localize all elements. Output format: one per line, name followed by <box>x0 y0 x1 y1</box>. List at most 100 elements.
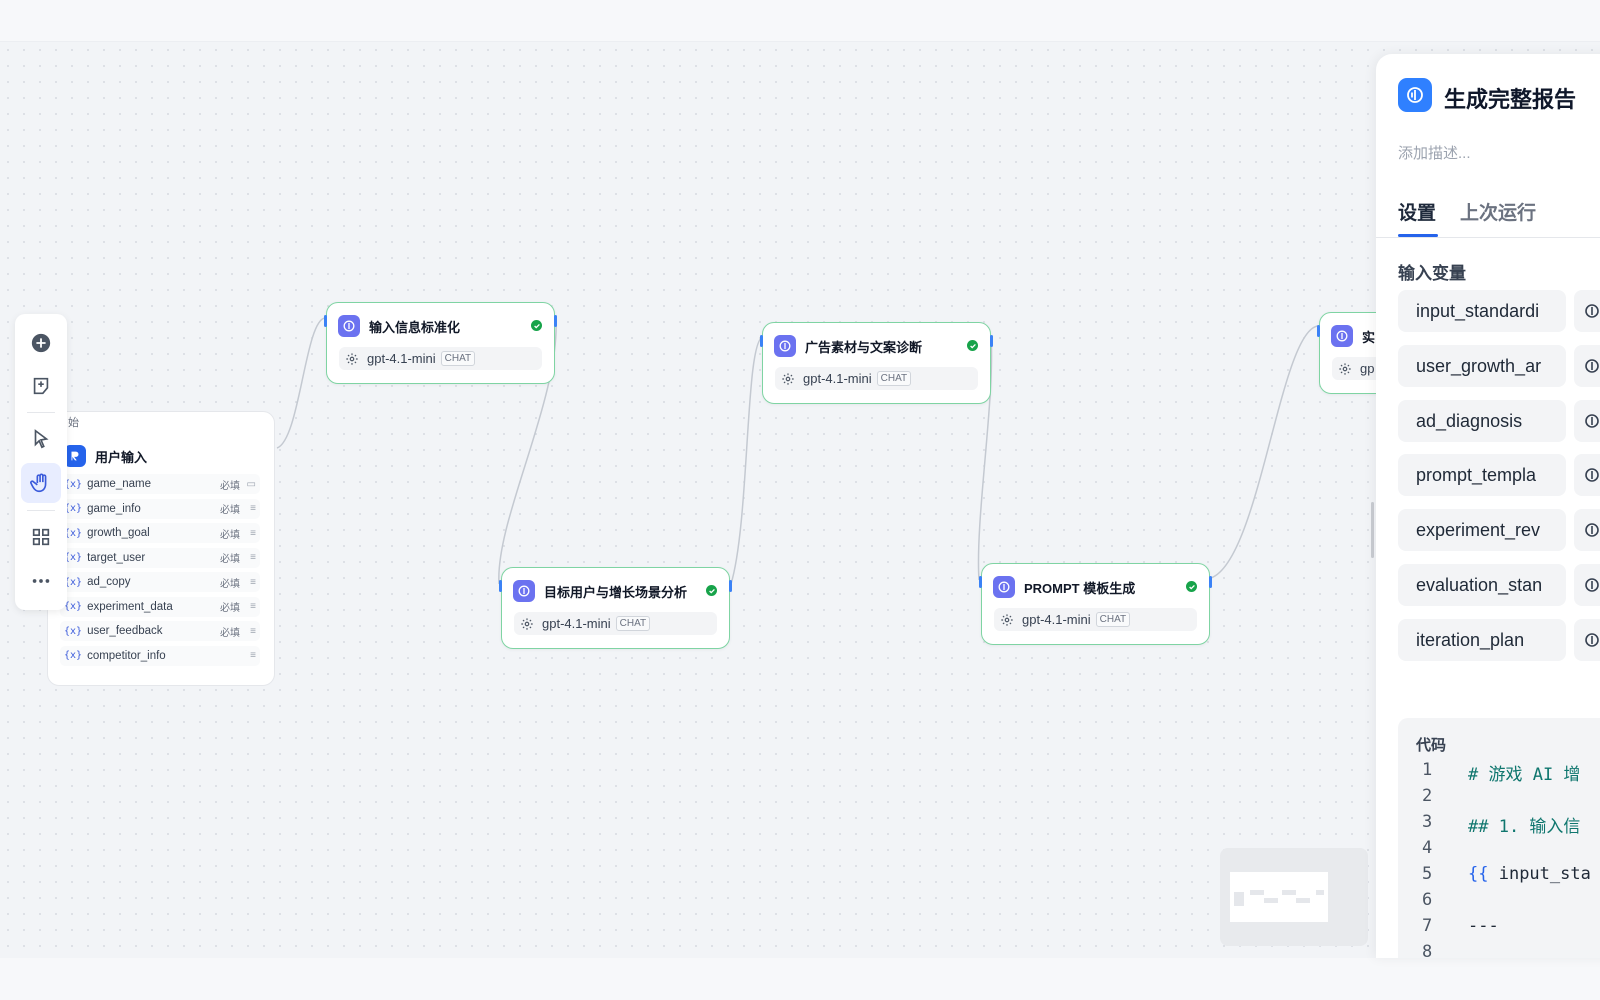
output-port[interactable] <box>554 315 557 327</box>
variable-selector-icon <box>1585 413 1599 428</box>
model-selector[interactable]: gpt-4.1-mini CHAT <box>514 612 717 635</box>
code-line: 6 <box>1398 890 1600 916</box>
organize-button[interactable] <box>21 517 61 557</box>
input-variable-field[interactable]: ad_diagnosis <box>1398 399 1566 442</box>
node-target[interactable]: 目标用户与增长场景分析 gpt-4.1-mini CHAT <box>499 567 732 649</box>
line-number: 3 <box>1422 812 1433 832</box>
code-line: 5 {{ input_sta <box>1398 864 1600 890</box>
tab-settings[interactable]: 设置 <box>1398 198 1436 225</box>
variable-selector-button[interactable] <box>1574 618 1600 661</box>
tab-last-run[interactable]: 上次运行 <box>1460 198 1536 225</box>
model-icon <box>1001 613 1013 626</box>
required-label: 必填 <box>220 505 240 516</box>
model-name: gpt-4.1-mini <box>1022 612 1091 627</box>
variable-selector-button[interactable] <box>1574 509 1600 552</box>
code-text: # 游戏 AI 增 <box>1468 765 1581 785</box>
pointer-icon <box>34 429 49 449</box>
input-variable-field[interactable]: evaluation_stan <box>1398 564 1566 606</box>
node-prompt[interactable]: PROMPT 模板生成 gpt-4.1-mini CHAT <box>979 563 1212 645</box>
output-port[interactable] <box>729 580 732 592</box>
paragraph-icon: ≡ <box>250 601 256 612</box>
model-icon <box>346 352 358 365</box>
model-mode-tag: CHAT <box>1095 612 1131 627</box>
code-line: 2 <box>1398 786 1600 812</box>
variable-selector-icon <box>1585 523 1599 537</box>
variable-selector-button[interactable] <box>1574 564 1600 606</box>
node-normalize[interactable]: 输入信息标准化 gpt-4.1-mini CHAT <box>324 302 557 384</box>
output-port[interactable] <box>1209 576 1212 588</box>
node-ad[interactable]: 广告素材与文案诊断 gpt-4.1-mini CHAT <box>760 322 993 404</box>
variable-row[interactable]: {x} competitor_info ≡ <box>60 645 260 666</box>
hand-mode-button[interactable] <box>21 463 61 503</box>
variable-selector-button[interactable] <box>1574 344 1600 387</box>
input-port[interactable] <box>499 580 502 592</box>
required-label: 必填 <box>220 480 240 492</box>
variable-selector-icon <box>1585 468 1599 483</box>
llm-icon <box>1398 78 1432 112</box>
variable-row[interactable]: {x} game_name 必填 ▭ <box>60 474 260 494</box>
variable-row[interactable]: {x} growth_goal 必填 ≡ <box>60 523 260 543</box>
bottom-bar <box>0 958 1600 1000</box>
code-text: ## 1. 输入信 <box>1468 817 1581 837</box>
variable-row[interactable]: {x} experiment_data 必填 ≡ <box>60 596 260 617</box>
variable-name: competitor_info <box>87 649 166 662</box>
required-label: 必填 <box>220 554 240 565</box>
model-mode-tag: CHAT <box>615 616 651 631</box>
model-mode-tag: CHAT <box>440 351 476 366</box>
add-note-button[interactable] <box>21 366 61 406</box>
input-variable-field[interactable]: experiment_rev <box>1398 509 1566 552</box>
llm-icon <box>513 580 535 602</box>
input-port[interactable] <box>979 576 982 588</box>
pointer-mode-button[interactable] <box>21 419 61 459</box>
panel-resize-handle[interactable] <box>1371 502 1374 558</box>
input-port[interactable] <box>760 335 763 347</box>
model-icon <box>782 372 794 385</box>
minimap-viewport[interactable] <box>1230 872 1328 922</box>
variable-name: ad_copy <box>87 576 131 588</box>
line-number: 1 <box>1422 760 1433 780</box>
variable-row[interactable]: {x} user_feedback 必填 ≡ <box>60 621 260 641</box>
input-variable-field[interactable]: input_standardi <box>1398 290 1566 332</box>
model-selector[interactable]: gpt-4.1-mini CHAT <box>339 347 542 370</box>
start-node-header-fragment: 始 <box>68 417 79 429</box>
top-bar <box>0 0 1600 42</box>
variable-row[interactable]: {x} target_user 必填 ≡ <box>60 547 260 568</box>
code-editor[interactable]: 代码 1 # 游戏 AI 增 2 3 ## 1. 输入信 4 5 {{ input_sta 6 7… <box>1398 718 1600 958</box>
node-settings-panel: 生成完整报告 添加描述... 设置 上次运行 输入变量 input_standa… <box>1376 54 1600 958</box>
required-label: 必填 <box>220 578 240 590</box>
input-port[interactable] <box>324 315 327 327</box>
variable-selector-button[interactable] <box>1574 399 1600 442</box>
line-number: 7 <box>1422 916 1433 936</box>
variable-icon: {x} <box>64 601 83 612</box>
add-node-button[interactable] <box>21 323 61 363</box>
output-port[interactable] <box>990 335 993 347</box>
more-icon <box>32 579 50 583</box>
paragraph-icon: ≡ <box>250 650 256 661</box>
minimap[interactable] <box>1220 848 1368 946</box>
line-number: 6 <box>1422 890 1433 910</box>
model-name: gpt-4.1-mini <box>803 371 872 386</box>
variable-row[interactable]: {x} game_info 必填 ≡ <box>60 498 260 519</box>
start-node[interactable]: 始 用户输入 {x} game_name 必填 ▭ {x} game_info 必填 ≡ {x}… <box>47 411 275 686</box>
variable-name: growth_goal <box>87 527 150 539</box>
panel-title[interactable]: 生成完整报告 <box>1444 82 1576 114</box>
variable-selector-button[interactable] <box>1574 290 1600 332</box>
variable-selector-icon <box>1585 304 1599 318</box>
more-button[interactable] <box>21 561 61 601</box>
line-number: 4 <box>1422 838 1433 858</box>
text-icon: ▭ <box>246 478 256 490</box>
input-variables-title: 输入变量 <box>1398 264 1466 283</box>
model-selector[interactable]: gpt-4.1-mini CHAT <box>775 367 978 390</box>
llm-icon <box>774 335 796 357</box>
line-number: 2 <box>1422 786 1433 806</box>
description-input[interactable]: 添加描述... <box>1398 142 1471 163</box>
input-variable-field[interactable]: prompt_templa <box>1398 454 1566 497</box>
input-variable-field[interactable]: iteration_plan <box>1398 618 1566 661</box>
start-node-title: 用户输入 <box>95 449 148 465</box>
input-port[interactable] <box>1317 325 1320 337</box>
input-variable-field[interactable]: user_growth_ar <box>1398 344 1566 387</box>
variable-row[interactable]: {x} ad_copy 必填 ≡ <box>60 572 260 592</box>
variable-name: game_info <box>87 502 141 515</box>
model-selector[interactable]: gpt-4.1-mini CHAT <box>994 608 1197 631</box>
variable-selector-button[interactable] <box>1574 454 1600 497</box>
